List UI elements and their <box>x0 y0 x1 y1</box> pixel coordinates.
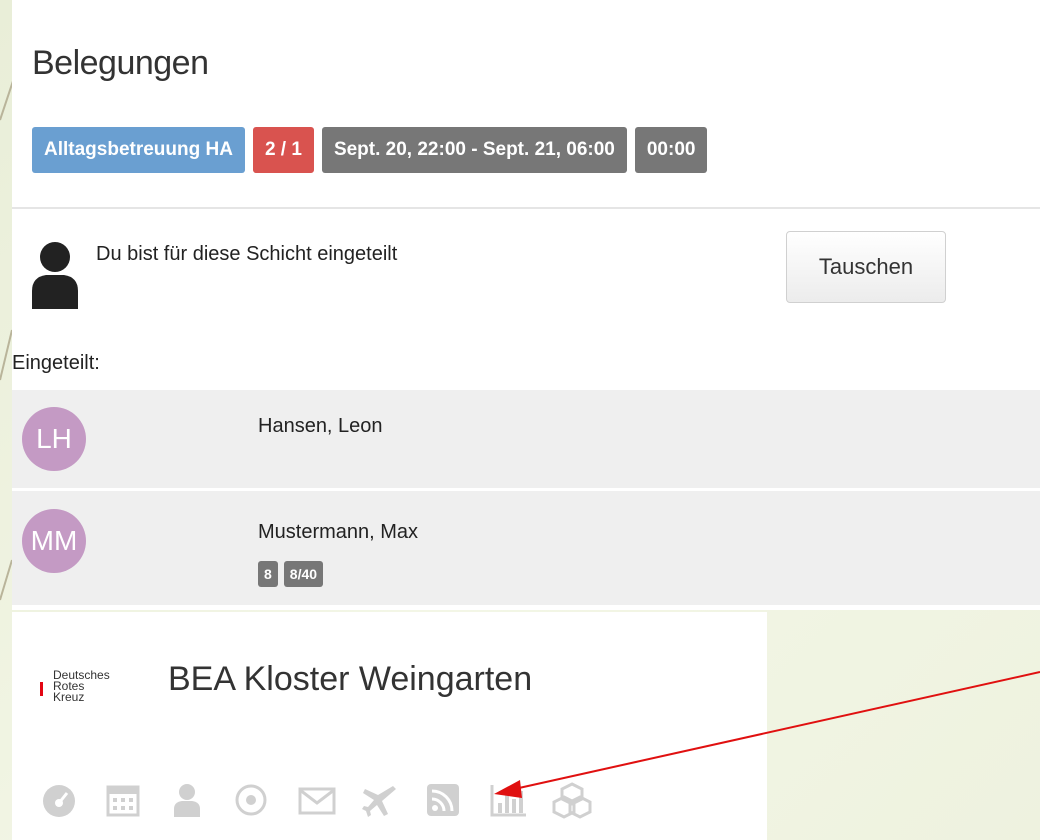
assigned-label: Eingeteilt: <box>12 352 100 374</box>
assignment-row: Du bist für diese Schicht eingeteilt Tau… <box>12 209 1040 319</box>
rss-icon[interactable] <box>424 780 488 820</box>
avatar: MM <box>22 509 86 573</box>
mail-icon[interactable] <box>296 780 360 820</box>
list-item[interactable]: MM Mustermann, Max 8 8/40 <box>12 491 1040 605</box>
timerange-badge: Sept. 20, 22:00 - Sept. 21, 06:00 <box>321 127 627 173</box>
nav-icon-bar <box>40 780 616 820</box>
count-badge: 2 / 1 <box>252 127 314 173</box>
user-icon[interactable] <box>168 780 232 820</box>
shift-badges: Alltagsbetreuung HA 2 / 1 Sept. 20, 22:0… <box>32 127 708 173</box>
hours-badge: 8 <box>258 561 278 587</box>
assignment-message: Du bist für diese Schicht eingeteilt <box>96 243 398 265</box>
logo-bar <box>40 682 43 696</box>
user-icon <box>32 242 78 309</box>
plane-icon[interactable] <box>360 780 424 820</box>
organization-name: BEA Kloster Weingarten <box>168 660 533 698</box>
avatar: LH <box>22 407 86 471</box>
target-icon[interactable] <box>232 780 296 820</box>
list-item[interactable]: LH Hansen, Leon <box>12 390 1040 488</box>
person-name: Mustermann, Max <box>258 521 419 543</box>
drk-logo: Deutsches Rotes Kreuz <box>40 668 150 710</box>
cubes-icon[interactable] <box>552 780 616 820</box>
dashboard-icon[interactable] <box>40 780 104 820</box>
logo-text: Deutsches Rotes Kreuz <box>53 668 110 704</box>
category-badge: Alltagsbetreuung HA <box>32 127 245 173</box>
calendar-icon[interactable] <box>104 780 168 820</box>
chart-icon[interactable] <box>488 780 552 820</box>
duration-badge: 00:00 <box>634 127 708 173</box>
person-badges: 8 8/40 <box>258 561 324 587</box>
swap-button[interactable]: Tauschen <box>786 231 946 303</box>
hours-ratio-badge: 8/40 <box>283 561 324 587</box>
page-title: Belegungen <box>32 44 209 82</box>
person-name: Hansen, Leon <box>258 415 383 437</box>
